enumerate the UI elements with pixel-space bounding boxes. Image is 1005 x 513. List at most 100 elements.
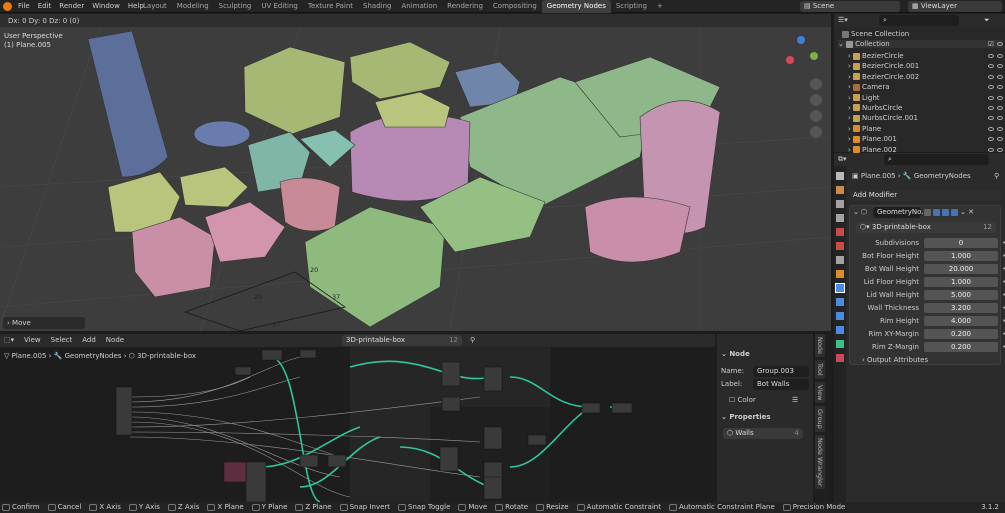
eye-icon[interactable] [988,105,994,110]
properties-section-header[interactable]: ⌄ Properties [721,413,771,421]
tab-layout[interactable]: Layout [138,0,172,13]
camera-visibility-icon[interactable] [997,137,1003,142]
tab-animation[interactable]: Animation [396,0,442,13]
camera-icon[interactable] [951,208,958,216]
tab-sculpting[interactable]: Sculpting [214,0,257,13]
properties-search-input[interactable]: ⌕ [884,154,989,165]
eye-icon[interactable] [988,74,994,79]
outliner-search-input[interactable]: ⌕ [879,15,959,26]
collapse-arrow-icon[interactable]: ⌄ [853,208,859,216]
tab-rendering[interactable]: Rendering [442,0,488,13]
data-tab-icon[interactable] [836,340,844,348]
eye-icon[interactable] [988,126,994,131]
outliner-item[interactable]: › Light [848,93,1003,103]
outliner-item[interactable]: › BezierCircle.002 [848,72,1003,82]
constraints-tab-icon[interactable] [836,326,844,334]
node-group-field[interactable]: ⬡▾ 3D-printable-box 12 [856,222,996,233]
node-tree-selector[interactable]: 3D-printable-box 12 [342,335,462,346]
pin-icon[interactable]: ⚲ [994,172,999,180]
object-tab-icon[interactable] [836,270,844,278]
pan-hand-icon[interactable] [810,94,822,106]
scene-selector[interactable]: ▤ Scene [800,1,900,12]
menu-file[interactable]: File [14,0,34,13]
node-name-field[interactable]: Group.003 [753,366,809,377]
outliner[interactable]: ☰▾ ⌕ ⏷ Scene Collection ⌄ Collection ☑ ›… [834,14,1005,154]
outliner-item[interactable]: › Plane [848,124,1003,134]
view-layer-selector[interactable]: ▦ ViewLayer [908,1,1002,12]
modifier-name-field[interactable]: GeometryNo.. [873,207,926,218]
node-label-field[interactable]: Bot Walls [753,379,809,390]
node-menu-add[interactable]: Add [82,336,96,344]
camera-visibility-icon[interactable] [997,64,1003,69]
collection-tab-icon[interactable] [836,256,844,264]
modifier-value-field[interactable]: 0.200 [924,328,998,339]
checkbox-icon[interactable]: ☑ [988,40,994,48]
outliner-item[interactable]: › BezierCircle [848,51,1003,61]
collection-row[interactable]: ⌄ Collection ☑ [838,40,1003,48]
modifier-value-field[interactable]: 0.200 [924,341,998,352]
tool-tab-icon[interactable] [836,172,844,180]
camera-visibility-icon[interactable] [997,95,1003,100]
render-icon[interactable] [942,208,949,216]
eye-icon[interactable] [988,95,994,100]
material-tab-icon[interactable] [836,354,844,362]
color-toggle[interactable]: ☐ Color [729,396,756,404]
outliner-item[interactable]: › Camera [848,82,1003,92]
scene-collection-row[interactable]: Scene Collection [842,30,909,38]
tab-modeling[interactable]: Modeling [172,0,214,13]
menu-window[interactable]: Window [88,0,124,13]
eye-icon[interactable] [988,85,994,90]
eye-icon[interactable] [988,137,994,142]
blender-logo-icon[interactable] [3,2,12,11]
modifier-value-field[interactable]: 4.000 [924,315,998,326]
eye-icon[interactable] [988,116,994,121]
camera-visibility-icon[interactable] [997,116,1003,121]
eye-icon[interactable] [988,54,994,58]
node-menu-view[interactable]: View [24,336,41,344]
add-modifier-button[interactable]: Add Modifier [849,190,1001,201]
output-attributes-section[interactable]: › Output Attributes [862,356,928,364]
view-layer-tab-icon[interactable] [836,214,844,222]
x-axis-icon[interactable] [786,56,794,64]
3d-viewport[interactable]: Dx: 0 Dy: 0 Dz: 0 (0) User Perspective (… [0,14,831,331]
output-tab-icon[interactable] [836,200,844,208]
render-tab-icon[interactable] [836,186,844,194]
operator-panel[interactable]: › Move [3,317,85,329]
tab--[interactable]: + [652,0,668,13]
node-editor[interactable]: ⬚▾ View Select Add Node 3D-printable-box 12… [0,334,715,502]
editor-type-icon[interactable]: ☰▾ [838,14,848,27]
y-axis-icon[interactable] [810,52,818,60]
side-tab-view[interactable]: View [815,381,825,404]
camera-visibility-icon[interactable] [997,105,1003,110]
tab-texture-paint[interactable]: Texture Paint [303,0,358,13]
editor-type-icon[interactable]: ⬚▾ [4,334,14,347]
modifier-value-field[interactable]: 3.200 [924,302,998,313]
camera-visibility-icon[interactable] [997,85,1003,90]
filter-icon[interactable]: ⏷ [984,14,990,27]
tab-compositing[interactable]: Compositing [488,0,542,13]
node-menu-node[interactable]: Node [106,336,124,344]
modifier-value-field[interactable]: 1.000 [924,276,998,287]
outliner-item[interactable]: › NurbsCircle.001 [848,113,1003,123]
modifier-value-field[interactable]: 1.000 [924,250,998,261]
viewport-display-icon[interactable] [933,208,940,216]
modifier-value-field[interactable]: 5.000 [924,289,998,300]
menu-render[interactable]: Render [55,0,88,13]
close-icon[interactable]: ✕ [966,208,974,216]
tab-geometry-nodes[interactable]: Geometry Nodes [541,0,611,13]
modifier-value-field[interactable]: 20.000 [924,263,998,274]
side-tab-group[interactable]: Group [815,406,825,432]
camera-view-icon[interactable] [810,110,822,122]
modifier-tab-icon[interactable] [835,283,845,293]
pin-icon[interactable]: ⚲ [470,334,475,347]
eye-icon[interactable] [988,64,994,69]
scene-tab-icon[interactable] [836,228,844,236]
side-tab-node[interactable]: Node [815,334,825,357]
modifier-value-field[interactable]: 0 [924,237,998,248]
tab-shading[interactable]: Shading [358,0,396,13]
camera-visibility-icon[interactable] [997,54,1003,58]
physics-tab-icon[interactable] [836,312,844,320]
node-menu-select[interactable]: Select [51,336,73,344]
eye-icon[interactable] [988,147,994,152]
z-axis-icon[interactable] [797,36,805,44]
